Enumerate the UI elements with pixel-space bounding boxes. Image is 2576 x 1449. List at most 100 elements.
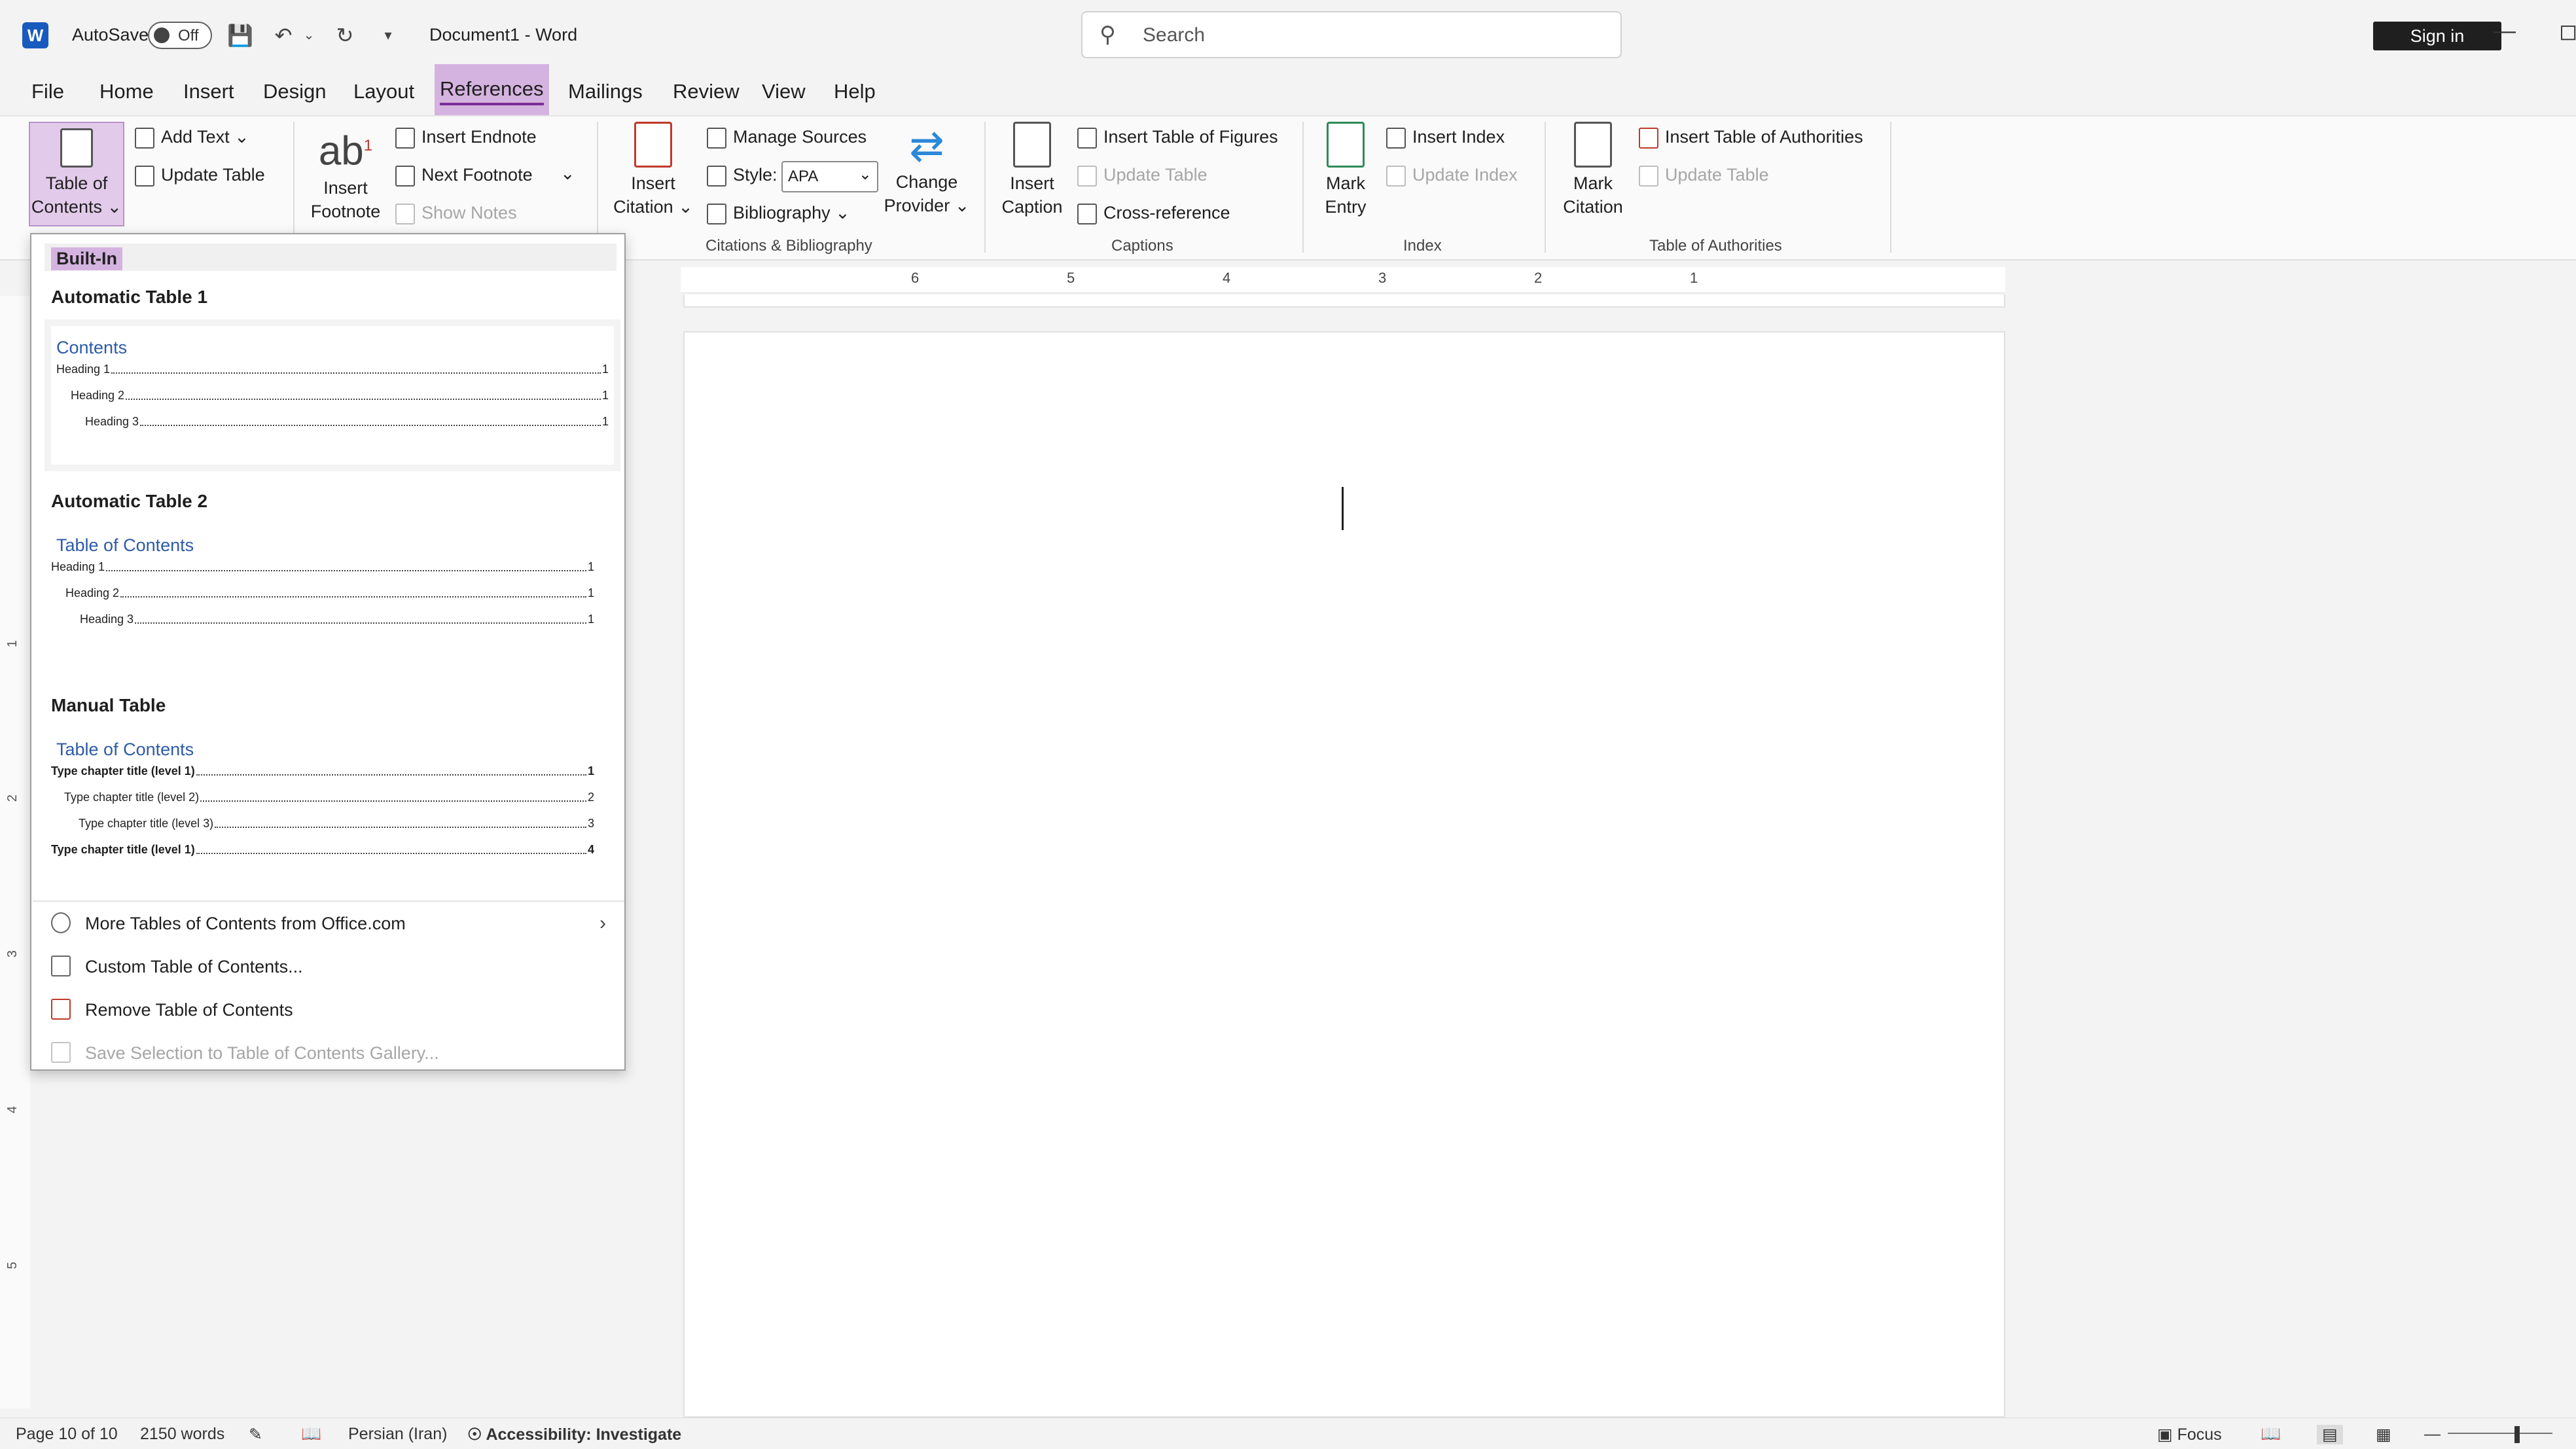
insert-table-of-authorities-button[interactable]: Insert Table of Authorities bbox=[1639, 127, 1863, 149]
add-text-icon bbox=[135, 127, 154, 149]
style-select[interactable]: APA ⌄ bbox=[781, 161, 878, 192]
restore-icon[interactable]: ◻ bbox=[2559, 18, 2576, 45]
preview-row: Type chapter title (level 2) 2 bbox=[64, 791, 594, 804]
insert-caption-button[interactable]: Insert Caption bbox=[996, 122, 1068, 219]
tab-view[interactable]: View bbox=[758, 77, 810, 106]
insert-endnote-button[interactable]: Insert Endnote bbox=[395, 127, 537, 149]
update-table-captions-button[interactable]: Update Table bbox=[1077, 165, 1208, 187]
preview-row: Heading 11 bbox=[56, 363, 609, 376]
autosave-toggle[interactable]: Off bbox=[148, 22, 212, 49]
style-label: Style: bbox=[707, 165, 778, 187]
focus-button[interactable]: ▣ Focus bbox=[2157, 1425, 2222, 1444]
update-table-authorities-button[interactable]: Update Table bbox=[1639, 165, 1769, 187]
document-page[interactable] bbox=[683, 331, 2005, 1418]
mark-citation-label-2: Citation bbox=[1563, 197, 1623, 217]
manage-sources-button[interactable]: Manage Sources bbox=[707, 127, 867, 149]
update-index-button[interactable]: Update Index bbox=[1386, 165, 1518, 187]
show-notes-icon bbox=[395, 203, 415, 224]
cross-reference-button[interactable]: Cross-reference bbox=[1077, 203, 1230, 224]
zoom-slider[interactable] bbox=[2448, 1433, 2552, 1434]
divider bbox=[1545, 122, 1546, 253]
zoom-slider-handle[interactable] bbox=[2514, 1426, 2520, 1443]
book-icon[interactable]: 📖 bbox=[301, 1425, 321, 1444]
ruler-number: 6 bbox=[911, 270, 920, 286]
tab-review[interactable]: Review bbox=[669, 77, 743, 106]
print-layout-icon[interactable]: ▤ bbox=[2317, 1425, 2343, 1444]
search-box[interactable]: ⚲ Search bbox=[1081, 11, 1622, 58]
insert-footnote-button[interactable]: ab1 Insert Footnote bbox=[306, 122, 385, 223]
manual-table-preview[interactable]: Table of Contents Type chapter title (le… bbox=[51, 728, 614, 898]
tab-file[interactable]: File bbox=[27, 77, 68, 106]
accessibility-status[interactable]: ☉ Accessibility: Investigate bbox=[467, 1425, 681, 1444]
show-notes-label: Show Notes bbox=[421, 203, 517, 223]
next-footnote-icon bbox=[395, 165, 415, 187]
change-provider-icon: ⇄ bbox=[909, 122, 944, 170]
auto-table-1-preview[interactable]: Contents Heading 11 Heading 21 Heading 3… bbox=[45, 319, 620, 471]
tab-help[interactable]: Help bbox=[830, 77, 880, 106]
remove-table-of-contents-item[interactable]: Remove Table of Contents bbox=[51, 992, 614, 1028]
add-text-button[interactable]: Add Text ⌄ bbox=[135, 127, 249, 149]
ruler-number: 3 bbox=[1378, 270, 1387, 286]
autosave-state: Off bbox=[178, 27, 199, 45]
insert-citation-button[interactable]: Insert Citation ⌄ bbox=[609, 122, 698, 219]
next-footnote-dropdown-icon[interactable]: ⌄ bbox=[560, 164, 575, 184]
accessibility-icon: ☉ bbox=[467, 1425, 486, 1444]
insert-table-of-figures-button[interactable]: Insert Table of Figures bbox=[1077, 127, 1278, 149]
save-selection-to-gallery-item[interactable]: Save Selection to Table of Contents Gall… bbox=[51, 1035, 614, 1071]
proofing-icon[interactable]: ✎ bbox=[249, 1425, 262, 1444]
minimize-icon[interactable]: — bbox=[2494, 18, 2516, 44]
ruler-number: 4 bbox=[1223, 270, 1231, 286]
undo-dropdown-icon[interactable]: ⌄ bbox=[301, 20, 317, 50]
preview-row: Type chapter title (level 1) 1 bbox=[51, 764, 594, 778]
horizontal-ruler[interactable]: 6 5 4 3 2 1 bbox=[681, 267, 2005, 293]
tab-mailings[interactable]: Mailings bbox=[564, 77, 647, 106]
tab-insert[interactable]: Insert bbox=[179, 77, 238, 106]
redo-icon[interactable]: ↻ bbox=[330, 20, 360, 50]
save-selection-label: Save Selection to Table of Contents Gall… bbox=[85, 1043, 439, 1063]
menu-separator bbox=[33, 901, 624, 902]
web-layout-icon[interactable]: ▦ bbox=[2376, 1425, 2391, 1444]
change-provider-button[interactable]: ⇄ Change Provider ⌄ bbox=[884, 122, 970, 217]
manage-sources-label: Manage Sources bbox=[733, 127, 867, 147]
update-table-button[interactable]: Update Table bbox=[135, 165, 265, 187]
divider bbox=[984, 122, 986, 253]
insert-table-of-authorities-label: Insert Table of Authorities bbox=[1665, 127, 1863, 147]
mark-entry-button[interactable]: Mark Entry bbox=[1312, 122, 1380, 219]
word-count[interactable]: 2150 words bbox=[140, 1425, 224, 1444]
mark-citation-label-1: Mark bbox=[1573, 173, 1613, 193]
text-cursor bbox=[1342, 487, 1344, 530]
language[interactable]: Persian (Iran) bbox=[348, 1425, 447, 1444]
tab-design[interactable]: Design bbox=[259, 77, 331, 106]
tab-layout[interactable]: Layout bbox=[349, 77, 418, 106]
table-of-contents-button[interactable]: Table of Contents ⌄ bbox=[29, 122, 124, 226]
search-placeholder: Search bbox=[1143, 24, 1206, 46]
mark-entry-label-1: Mark bbox=[1326, 173, 1365, 193]
zoom-out-icon[interactable]: — bbox=[2424, 1425, 2441, 1444]
more-tables-of-contents-item[interactable]: More Tables of Contents from Office.com … bbox=[51, 906, 614, 941]
more-tables-label: More Tables of Contents from Office.com bbox=[85, 914, 406, 933]
update-table-authorities-label: Update Table bbox=[1665, 165, 1769, 185]
next-footnote-button[interactable]: Next Footnote bbox=[395, 165, 533, 187]
tab-references[interactable]: References bbox=[435, 64, 549, 122]
mark-entry-label-2: Entry bbox=[1325, 197, 1367, 217]
ruler-number: 1 bbox=[1690, 270, 1698, 286]
vertical-ruler[interactable]: 1 2 3 4 5 bbox=[0, 296, 30, 1408]
auto-table-2-preview[interactable]: Table of Contents Heading 11 Heading 21 … bbox=[51, 524, 614, 669]
read-mode-icon[interactable]: 📖 bbox=[2261, 1425, 2281, 1444]
bibliography-button[interactable]: Bibliography ⌄ bbox=[707, 203, 850, 224]
show-notes-button[interactable]: Show Notes bbox=[395, 203, 517, 224]
toggle-knob bbox=[154, 27, 170, 43]
custom-table-of-contents-item[interactable]: Custom Table of Contents... bbox=[51, 949, 614, 984]
tab-home[interactable]: Home bbox=[96, 77, 158, 106]
mark-entry-icon bbox=[1327, 122, 1365, 168]
save-icon[interactable]: 💾 bbox=[225, 20, 255, 50]
insert-index-button[interactable]: Insert Index bbox=[1386, 127, 1505, 149]
page-count[interactable]: Page 10 of 10 bbox=[16, 1425, 118, 1444]
insert-table-of-figures-label: Insert Table of Figures bbox=[1103, 127, 1278, 147]
mark-citation-button[interactable]: Mark Citation bbox=[1555, 122, 1631, 219]
undo-icon[interactable]: ↶ bbox=[268, 20, 298, 50]
update-table-captions-label: Update Table bbox=[1103, 165, 1208, 185]
divider bbox=[1302, 122, 1304, 253]
customize-qat-icon[interactable]: ▾ bbox=[373, 20, 403, 50]
sign-in-button[interactable]: Sign in bbox=[2373, 22, 2501, 50]
